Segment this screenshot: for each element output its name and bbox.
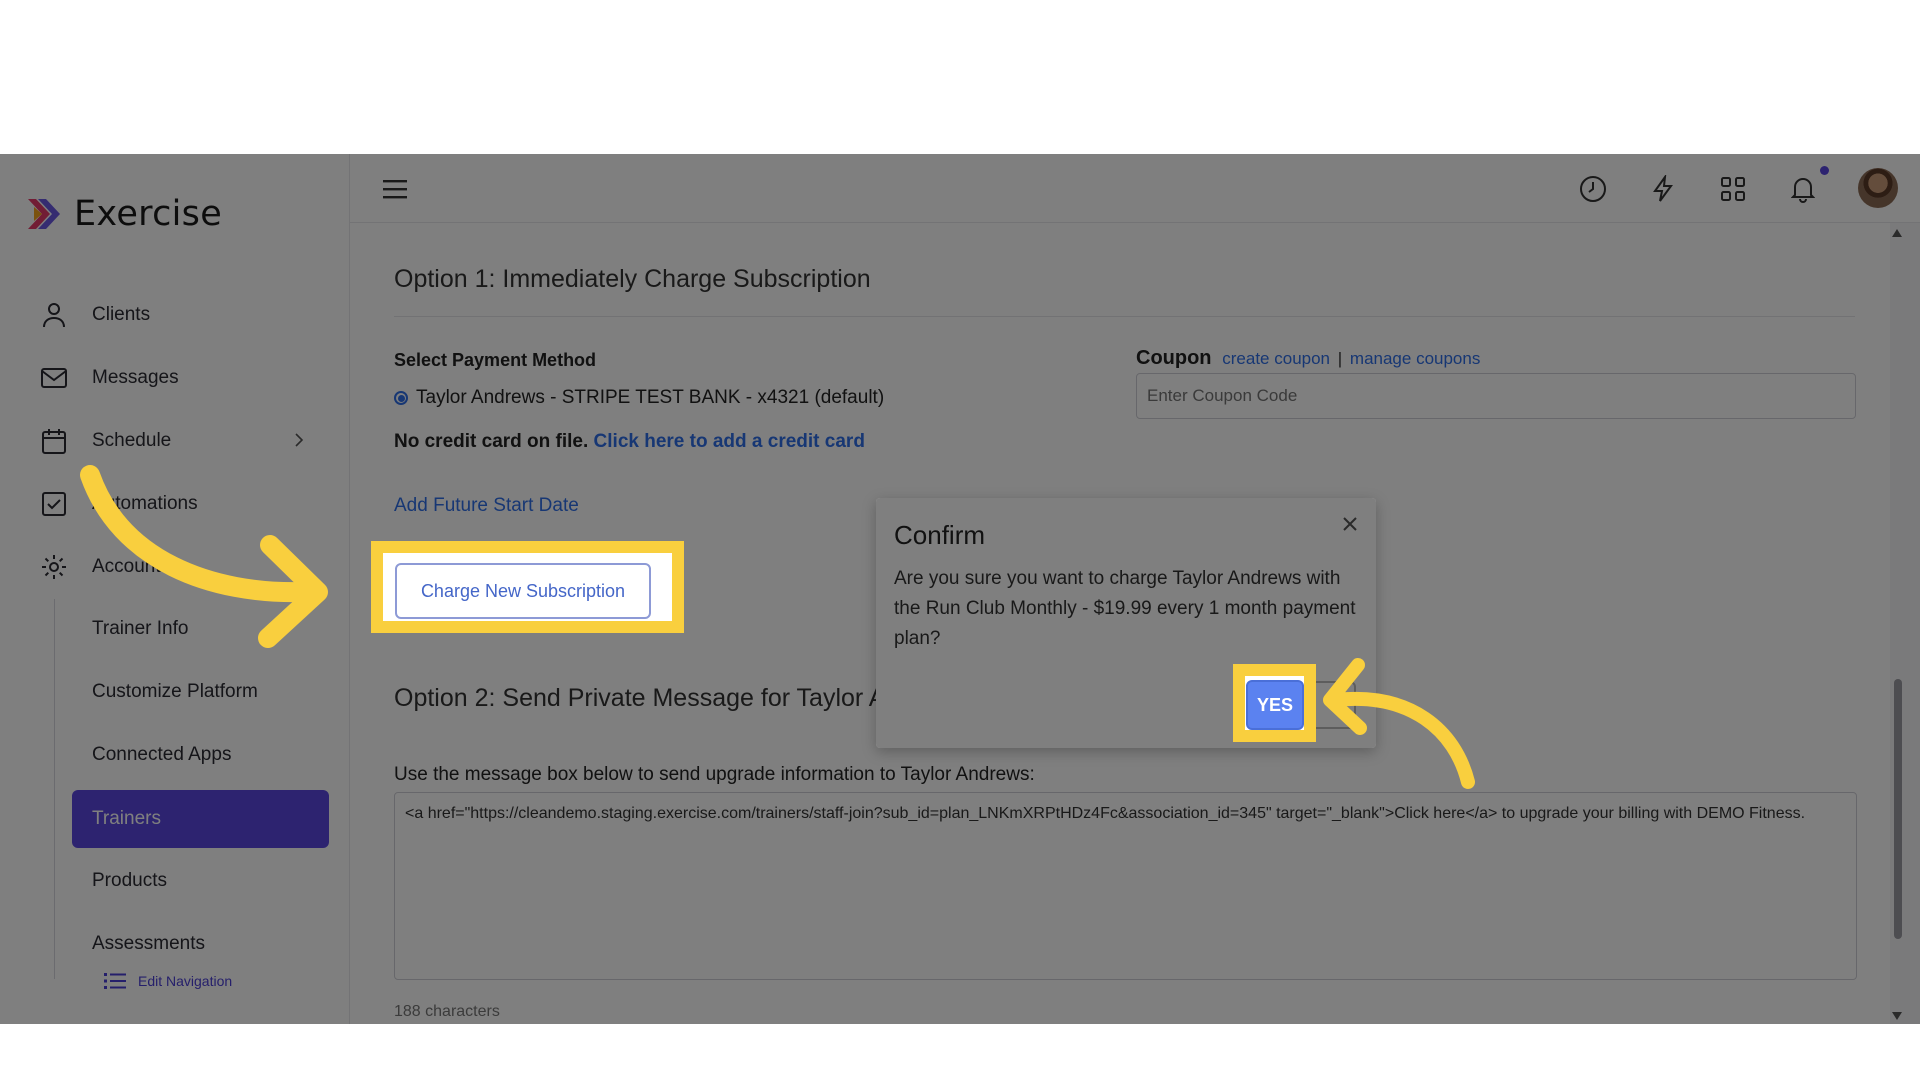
screen: Exercise Clients Messages Schedule <box>0 0 1920 1080</box>
charge-new-subscription-button-highlighted[interactable]: Charge New Subscription <box>395 563 651 619</box>
yes-button[interactable]: YES <box>1246 680 1304 730</box>
